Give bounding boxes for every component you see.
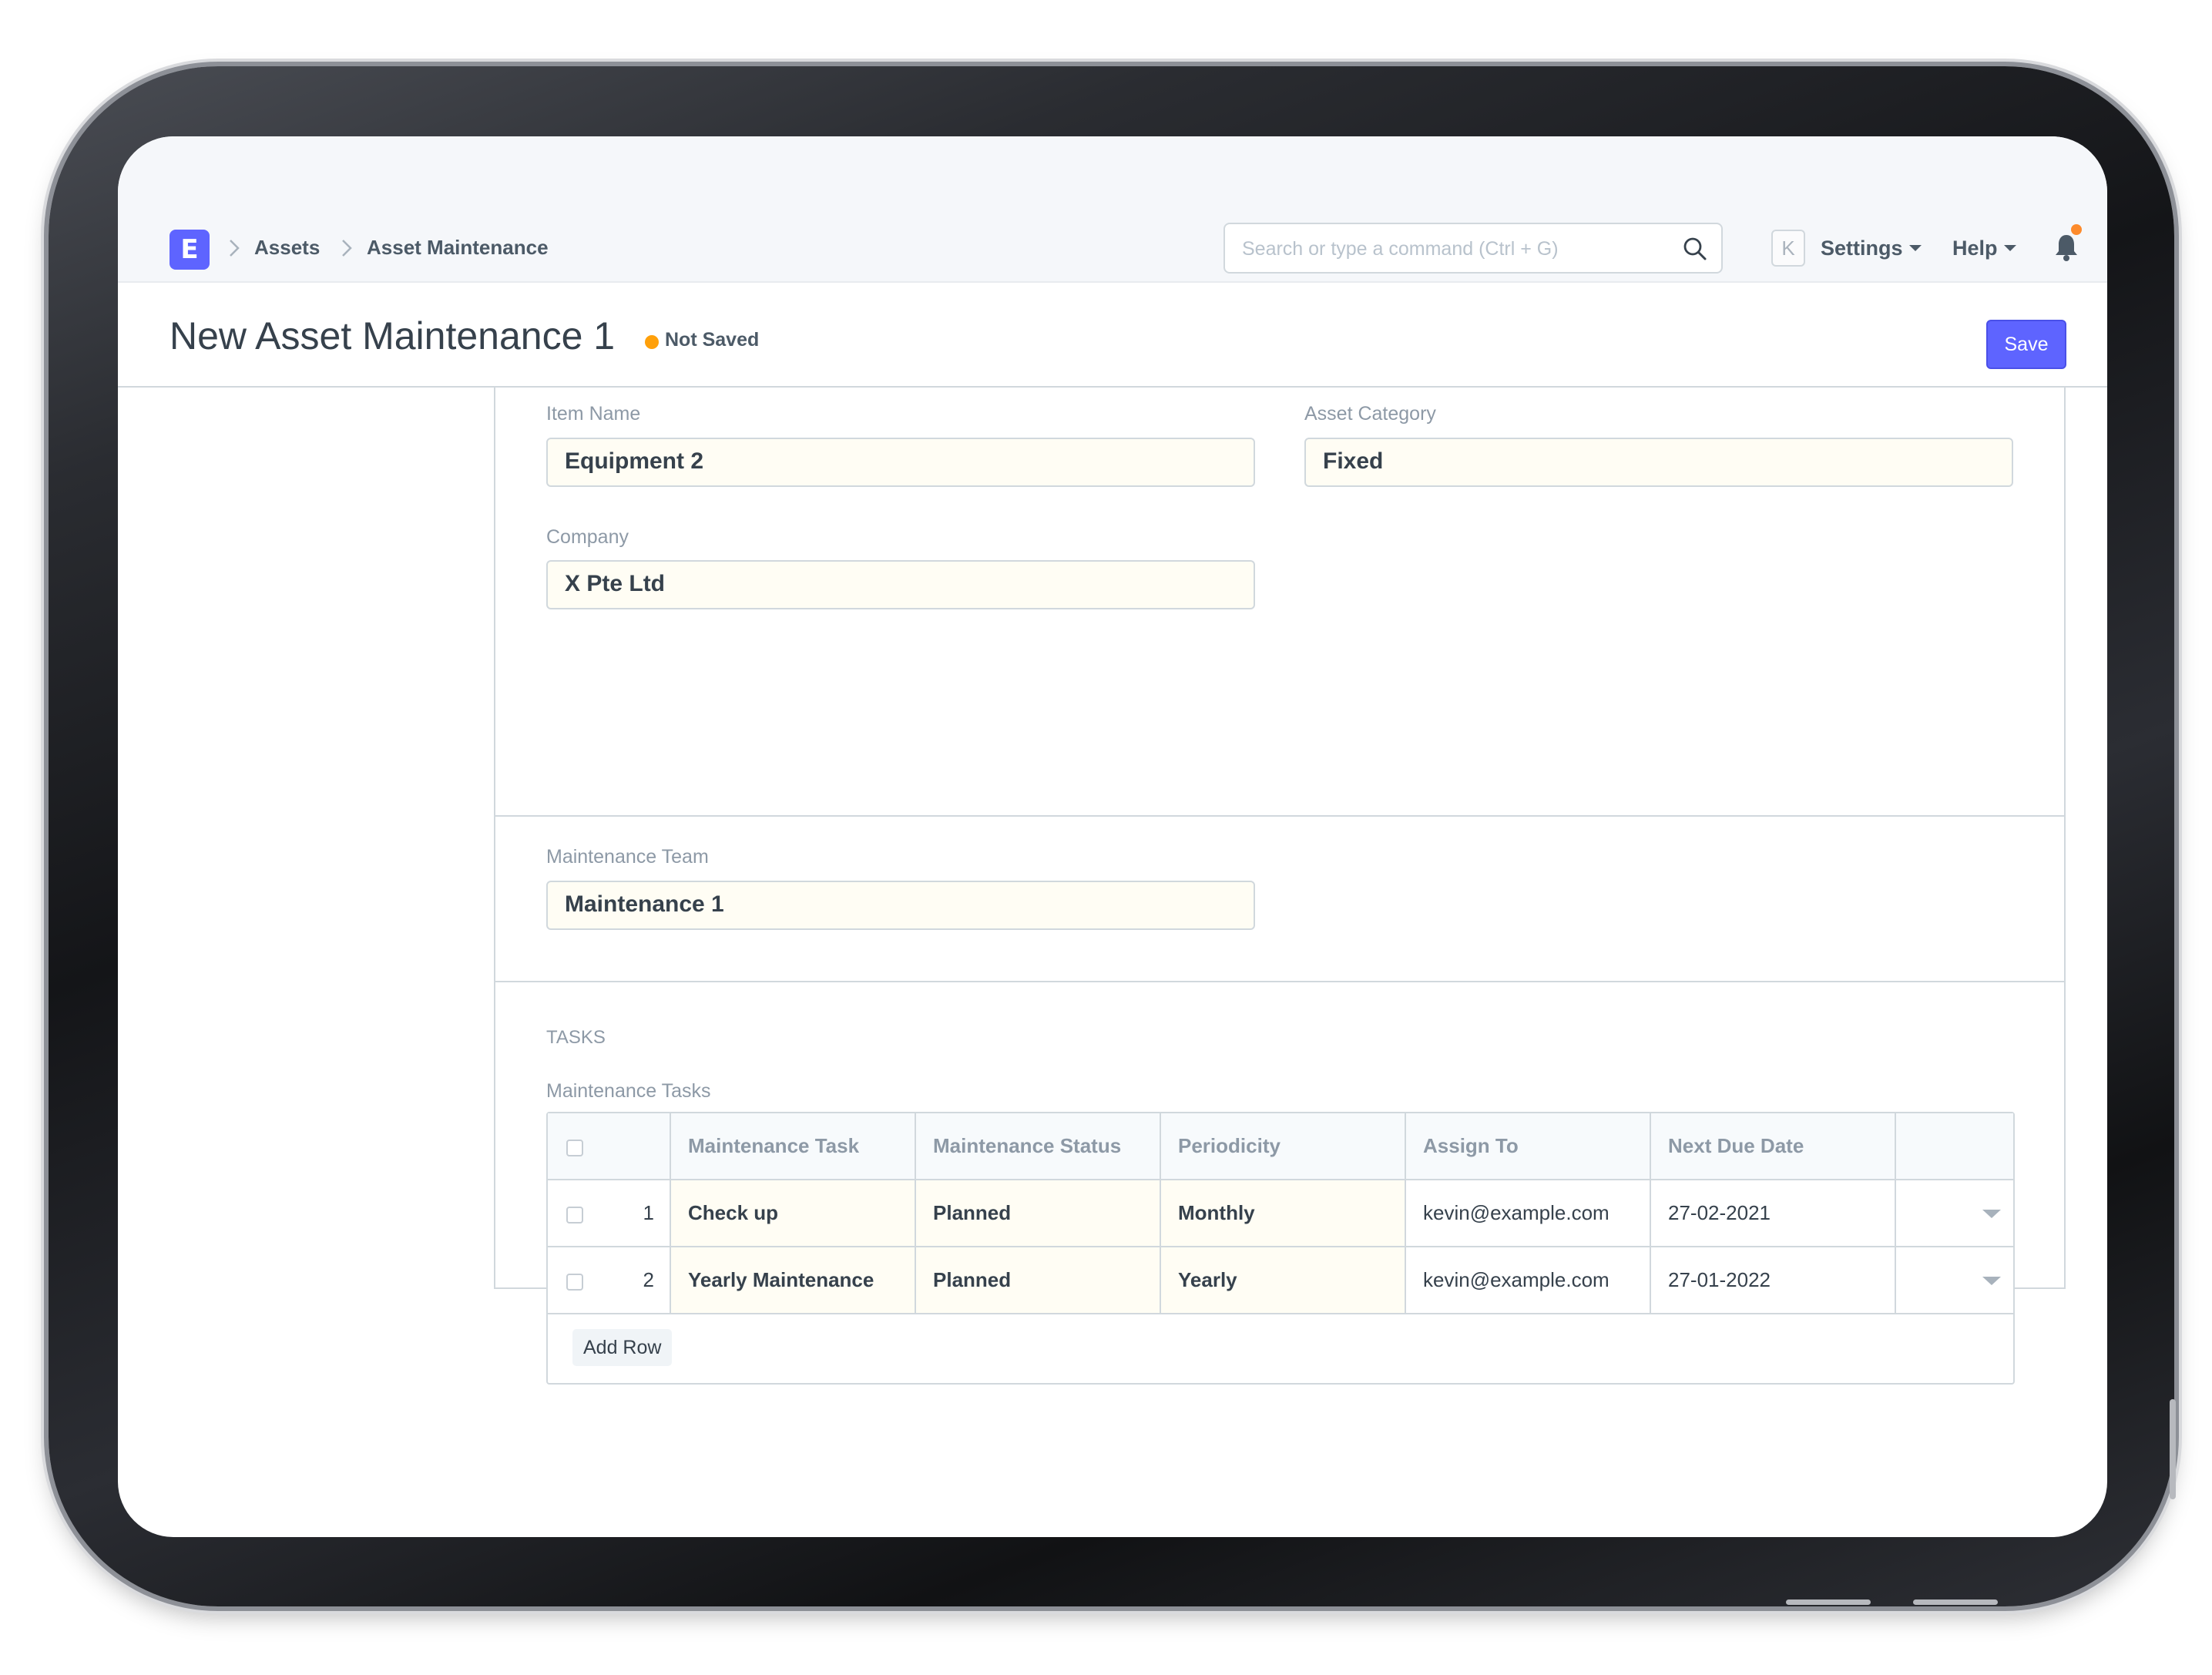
cell-maintenance-task[interactable]: Yearly Maintenance bbox=[670, 1247, 915, 1313]
search-icon[interactable] bbox=[1681, 235, 1709, 263]
item-name-label: Item Name bbox=[546, 403, 641, 425]
form-layout: Item Name Equipment 2 Asset Category Fix… bbox=[494, 388, 2066, 1385]
column-header-maintenance-task[interactable]: Maintenance Task bbox=[670, 1113, 915, 1179]
search-placeholder: Search or type a command (Ctrl + G) bbox=[1242, 238, 1559, 260]
help-label: Help bbox=[1952, 237, 1998, 260]
bell-icon[interactable] bbox=[2053, 232, 2079, 263]
cell-assign-to[interactable]: kevin@example.com bbox=[1405, 1247, 1650, 1313]
tasks-section-heading: TASKS bbox=[546, 1027, 606, 1048]
row-actions-cell[interactable] bbox=[1895, 1180, 2013, 1246]
search-input[interactable]: Search or type a command (Ctrl + G) bbox=[1223, 223, 1723, 274]
section-divider bbox=[495, 981, 2064, 982]
notification-dot bbox=[2071, 224, 2082, 235]
app-logo[interactable]: E bbox=[170, 230, 210, 270]
item-name-field[interactable]: Equipment 2 bbox=[546, 438, 1255, 487]
settings-label: Settings bbox=[1821, 237, 1903, 260]
cell-assign-to[interactable]: kevin@example.com bbox=[1405, 1180, 1650, 1246]
column-header-assign-to[interactable]: Assign To bbox=[1405, 1113, 1650, 1179]
cell-periodicity[interactable]: Monthly bbox=[1160, 1180, 1405, 1246]
select-all-checkbox[interactable] bbox=[566, 1140, 583, 1156]
maintenance-tasks-table: Maintenance Task Maintenance Status Peri… bbox=[546, 1112, 2015, 1385]
header-select-cell bbox=[548, 1113, 670, 1179]
column-header-maintenance-status[interactable]: Maintenance Status bbox=[915, 1113, 1160, 1179]
row-actions-cell[interactable] bbox=[1895, 1247, 2013, 1313]
app-screen: E Assets Asset Maintenance Search or typ… bbox=[118, 136, 2107, 1537]
maintenance-team-label: Maintenance Team bbox=[546, 846, 709, 868]
cell-maintenance-task[interactable]: Check up bbox=[670, 1180, 915, 1246]
table-header-row: Maintenance Task Maintenance Status Peri… bbox=[548, 1113, 2013, 1180]
company-label: Company bbox=[546, 526, 629, 548]
header-actions-cell bbox=[1895, 1113, 2013, 1179]
table-row[interactable]: 2 Yearly Maintenance Planned Yearly kevi… bbox=[548, 1247, 2013, 1314]
breadcrumb-asset-maintenance[interactable]: Asset Maintenance bbox=[367, 236, 549, 260]
chevron-right-icon bbox=[342, 240, 352, 257]
chevron-right-icon bbox=[230, 240, 240, 257]
cell-next-due-date[interactable]: 27-01-2022 bbox=[1650, 1247, 1895, 1313]
page-title: New Asset Maintenance 1 bbox=[170, 314, 616, 357]
maintenance-tasks-label: Maintenance Tasks bbox=[546, 1080, 711, 1102]
row-select-cell: 2 bbox=[548, 1247, 670, 1313]
row-select-cell: 1 bbox=[548, 1180, 670, 1246]
device-bottom-button bbox=[1786, 1599, 1871, 1605]
maintenance-team-field[interactable]: Maintenance 1 bbox=[546, 881, 1255, 930]
row-index: 1 bbox=[643, 1201, 654, 1224]
cell-next-due-date[interactable]: 27-02-2021 bbox=[1650, 1180, 1895, 1246]
caret-down-icon[interactable] bbox=[1982, 1210, 2001, 1218]
breadcrumb-assets[interactable]: Assets bbox=[254, 236, 320, 260]
page-head: New Asset Maintenance 1 Not Saved Save bbox=[118, 284, 2107, 388]
caret-down-icon bbox=[2003, 244, 2016, 251]
section-divider bbox=[495, 815, 2064, 817]
navbar: E Assets Asset Maintenance Search or typ… bbox=[118, 136, 2107, 283]
table-row[interactable]: 1 Check up Planned Monthly kevin@example… bbox=[548, 1180, 2013, 1247]
add-row-button[interactable]: Add Row bbox=[572, 1329, 673, 1366]
company-field[interactable]: X Pte Ltd bbox=[546, 560, 1255, 609]
cell-maintenance-status[interactable]: Planned bbox=[915, 1180, 1160, 1246]
help-menu[interactable]: Help bbox=[1952, 237, 2016, 260]
device-side-button bbox=[2170, 1399, 2176, 1499]
device-bottom-button bbox=[1913, 1599, 1998, 1605]
row-checkbox[interactable] bbox=[566, 1274, 583, 1291]
asset-category-field[interactable]: Fixed bbox=[1304, 438, 2013, 487]
settings-menu[interactable]: Settings bbox=[1821, 237, 1922, 260]
caret-down-icon bbox=[1908, 244, 1922, 251]
cell-maintenance-status[interactable]: Planned bbox=[915, 1247, 1160, 1313]
user-avatar[interactable]: K bbox=[1771, 230, 1805, 267]
cell-periodicity[interactable]: Yearly bbox=[1160, 1247, 1405, 1313]
status-indicator bbox=[645, 335, 659, 349]
row-checkbox[interactable] bbox=[566, 1207, 583, 1224]
row-index: 2 bbox=[643, 1268, 654, 1291]
column-header-next-due-date[interactable]: Next Due Date bbox=[1650, 1113, 1895, 1179]
column-header-periodicity[interactable]: Periodicity bbox=[1160, 1113, 1405, 1179]
status-badge: Not Saved bbox=[665, 329, 760, 351]
save-button[interactable]: Save bbox=[1986, 320, 2066, 369]
caret-down-icon[interactable] bbox=[1982, 1277, 2001, 1285]
asset-category-label: Asset Category bbox=[1304, 403, 1436, 425]
